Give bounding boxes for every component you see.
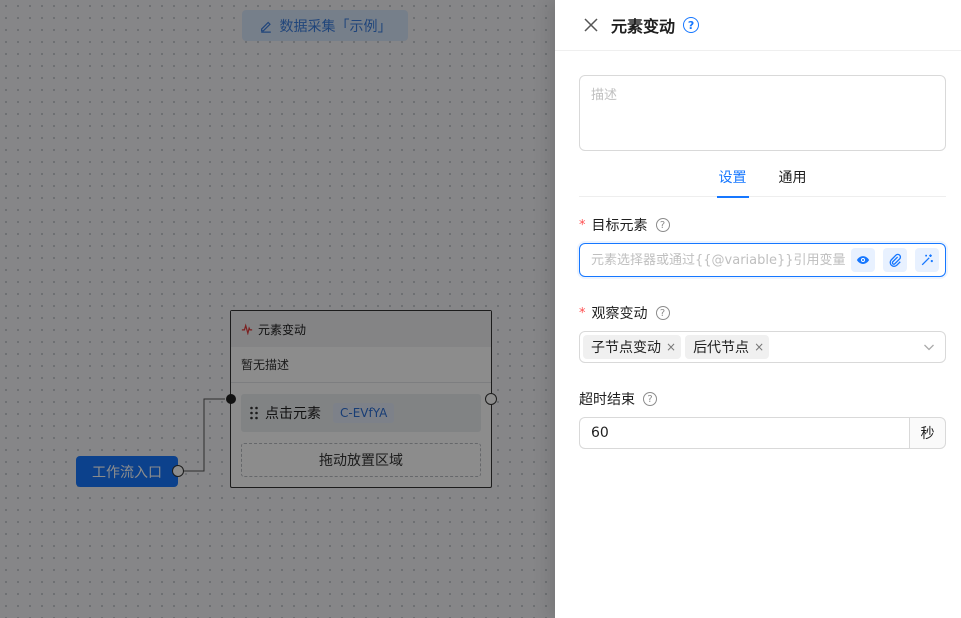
drawer-title: 元素变动 bbox=[611, 17, 676, 36]
close-icon bbox=[584, 18, 598, 32]
selector-input[interactable] bbox=[591, 252, 851, 268]
observe-changes-label: 观察变动 bbox=[591, 306, 648, 322]
description-textarea[interactable] bbox=[579, 75, 946, 151]
workflow-canvas[interactable]: 数据采集「示例」 工作流入口 元素变动 暂无描述 点击元素 C-EVfYA 拖动… bbox=[0, 0, 555, 618]
drawer-header: 元素变动 ? bbox=[555, 0, 961, 51]
pick-element-button[interactable] bbox=[915, 248, 939, 272]
tab-general[interactable]: 通用 bbox=[763, 160, 823, 197]
question-icon[interactable]: ? bbox=[655, 306, 670, 320]
help-icon[interactable]: ? bbox=[683, 17, 700, 33]
timeout-label: 超时结束 bbox=[579, 392, 635, 408]
tab-bar: 设置 通用 bbox=[579, 160, 946, 198]
close-button[interactable] bbox=[583, 17, 599, 33]
timeout-input[interactable] bbox=[579, 417, 909, 449]
tag-remove-icon[interactable]: × bbox=[666, 340, 676, 354]
selected-tag: 后代节点 × bbox=[685, 335, 770, 359]
selected-tag-label: 后代节点 bbox=[693, 340, 750, 356]
required-mark: * bbox=[579, 305, 586, 321]
timeout-label-row: 超时结束 ? bbox=[579, 389, 657, 409]
required-mark: * bbox=[579, 217, 586, 233]
modal-overlay[interactable] bbox=[0, 0, 555, 618]
magic-wand-icon bbox=[921, 254, 933, 266]
target-element-field bbox=[579, 243, 946, 277]
target-element-label: 目标元素 bbox=[591, 218, 648, 234]
eye-icon bbox=[856, 256, 870, 264]
attach-button[interactable] bbox=[883, 248, 907, 272]
tab-settings[interactable]: 设置 bbox=[703, 160, 763, 198]
preview-button[interactable] bbox=[851, 248, 875, 272]
timeout-input-group: 秒 bbox=[579, 417, 946, 449]
target-element-label-row: * 目标元素 ? bbox=[579, 215, 670, 235]
selected-tag: 子节点变动 × bbox=[583, 335, 682, 359]
tag-remove-icon[interactable]: × bbox=[754, 340, 764, 354]
question-icon[interactable]: ? bbox=[643, 392, 657, 406]
timeout-unit: 秒 bbox=[909, 417, 946, 449]
paperclip-icon bbox=[889, 253, 902, 267]
chevron-down-icon bbox=[924, 344, 934, 351]
selected-tag-label: 子节点变动 bbox=[591, 340, 661, 356]
observe-changes-label-row: * 观察变动 ? bbox=[579, 303, 670, 323]
question-icon[interactable]: ? bbox=[655, 218, 670, 232]
settings-drawer: 元素变动 ? 设置 通用 * 目标元素 ? bbox=[555, 0, 961, 618]
observe-changes-select[interactable]: 子节点变动 × 后代节点 × bbox=[579, 331, 946, 363]
